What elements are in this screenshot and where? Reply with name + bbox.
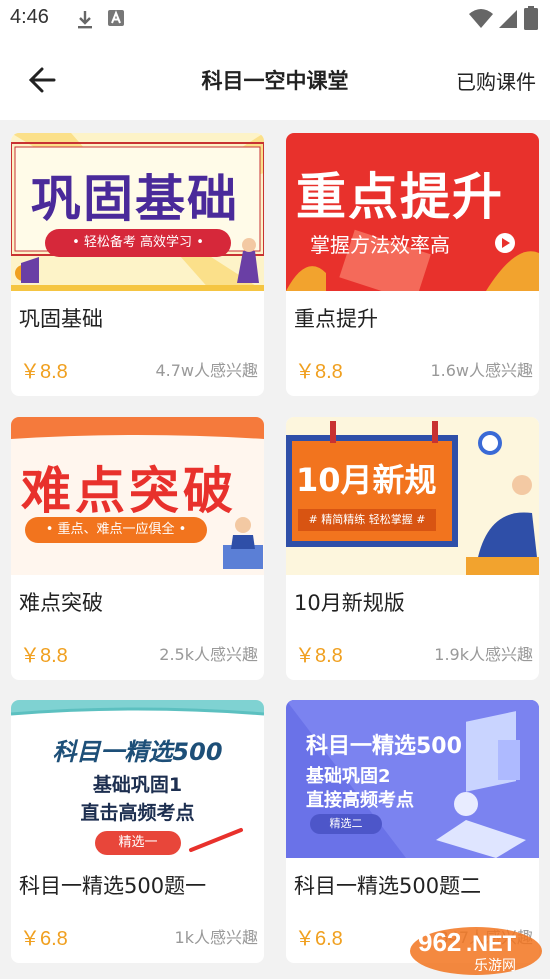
purchased-courses-button[interactable]: 已购课件 xyxy=(456,66,536,95)
course-card[interactable]: 10月新规 # 精简精练 轻松掌握 # 10月新规版 ￥8.8 1.9k人感兴趣 xyxy=(286,417,539,680)
course-banner: 重点提升 掌握方法效率高 xyxy=(286,133,539,291)
signal-icon xyxy=(499,10,517,28)
course-card[interactable]: 巩固基础 • 轻松备考 高效学习 • 巩固基础 ￥8.8 4.7w人感兴趣 xyxy=(11,133,264,396)
app-notification-icon xyxy=(108,10,124,26)
banner-headline: 重点提升 xyxy=(296,168,504,226)
watermark-subtext: 乐游网 xyxy=(474,958,516,974)
battery-icon xyxy=(524,6,538,30)
watermark-number: 962 xyxy=(418,927,462,957)
course-card[interactable]: 重点提升 掌握方法效率高 重点提升 ￥8.8 1.6w人感兴趣 xyxy=(286,133,539,396)
course-card[interactable]: 科目一精选500 基础巩固1 直击高频考点 精选一 科目一精选500题一 ￥6.… xyxy=(11,700,264,963)
course-card[interactable]: 难点突破 • 重点、难点一应俱全 • 难点突破 ￥8.8 2.5k人感兴趣 xyxy=(11,417,264,680)
course-price: ￥6.8 xyxy=(295,928,343,950)
banner-line1: 基础巩固2 xyxy=(306,766,391,787)
course-interest-count: 1k人感兴趣 xyxy=(174,928,258,947)
course-interest-count: 2.5k人感兴趣 xyxy=(159,645,258,664)
course-banner: 10月新规 # 精简精练 轻松掌握 # xyxy=(286,417,539,575)
course-price: ￥8.8 xyxy=(295,361,343,383)
course-price: ￥8.8 xyxy=(295,645,343,667)
status-bar: 4:46 xyxy=(0,0,550,38)
course-banner: 科目一精选500 基础巩固2 直接高频考点 精选二 xyxy=(286,700,539,858)
watermark-suffix: .NET xyxy=(466,931,517,956)
course-banner: 巩固基础 • 轻松备考 高效学习 • xyxy=(11,133,264,291)
course-title: 10月新规版 xyxy=(294,591,405,615)
banner-headline: 难点突破 xyxy=(21,462,237,520)
banner-tagline: # 精简精练 轻松掌握 # xyxy=(298,509,436,531)
banner-line1: 基础巩固1 xyxy=(92,774,183,796)
app-bar: 科目一空中课堂 已购课件 xyxy=(0,38,550,120)
status-time: 4:46 xyxy=(10,6,49,28)
course-price: ￥8.8 xyxy=(20,645,68,667)
banner-headline: 科目一精选500 xyxy=(52,738,223,766)
banner-line2: 直击高频考点 xyxy=(80,802,195,824)
site-watermark: 962 .NET 乐游网 xyxy=(408,925,544,977)
course-interest-count: 4.7w人感兴趣 xyxy=(155,361,258,380)
course-price: ￥8.8 xyxy=(20,361,68,383)
download-icon xyxy=(78,11,92,29)
banner-tag: 精选二 xyxy=(310,814,382,834)
course-interest-count: 1.6w人感兴趣 xyxy=(430,361,533,380)
banner-headline: 巩固基础 xyxy=(31,170,239,228)
course-banner: 难点突破 • 重点、难点一应俱全 • xyxy=(11,417,264,575)
banner-tag: 精选一 xyxy=(95,831,181,855)
course-interest-count: 1.9k人感兴趣 xyxy=(434,645,533,664)
banner-headline: 科目一精选500 xyxy=(306,734,462,759)
course-price: ￥6.8 xyxy=(20,928,68,950)
course-card[interactable]: 科目一精选500 基础巩固2 直接高频考点 精选二 科目一精选500题二 ￥6.… xyxy=(286,700,539,963)
banner-tagline: 掌握方法效率高 xyxy=(310,233,450,257)
banner-tagline: • 重点、难点一应俱全 • xyxy=(25,517,207,543)
course-title: 科目一精选500题一 xyxy=(19,874,207,898)
course-title: 巩固基础 xyxy=(19,307,103,331)
banner-line2: 直接高频考点 xyxy=(306,790,414,811)
banner-headline: 10月新规 xyxy=(296,461,437,499)
course-title: 科目一精选500题二 xyxy=(294,874,482,898)
play-icon xyxy=(495,233,515,253)
course-banner: 科目一精选500 基础巩固1 直击高频考点 精选一 xyxy=(11,700,264,858)
banner-tagline: • 轻松备考 高效学习 • xyxy=(45,229,231,257)
course-title: 难点突破 xyxy=(19,591,103,615)
wifi-icon xyxy=(469,9,493,28)
course-title: 重点提升 xyxy=(294,307,378,331)
